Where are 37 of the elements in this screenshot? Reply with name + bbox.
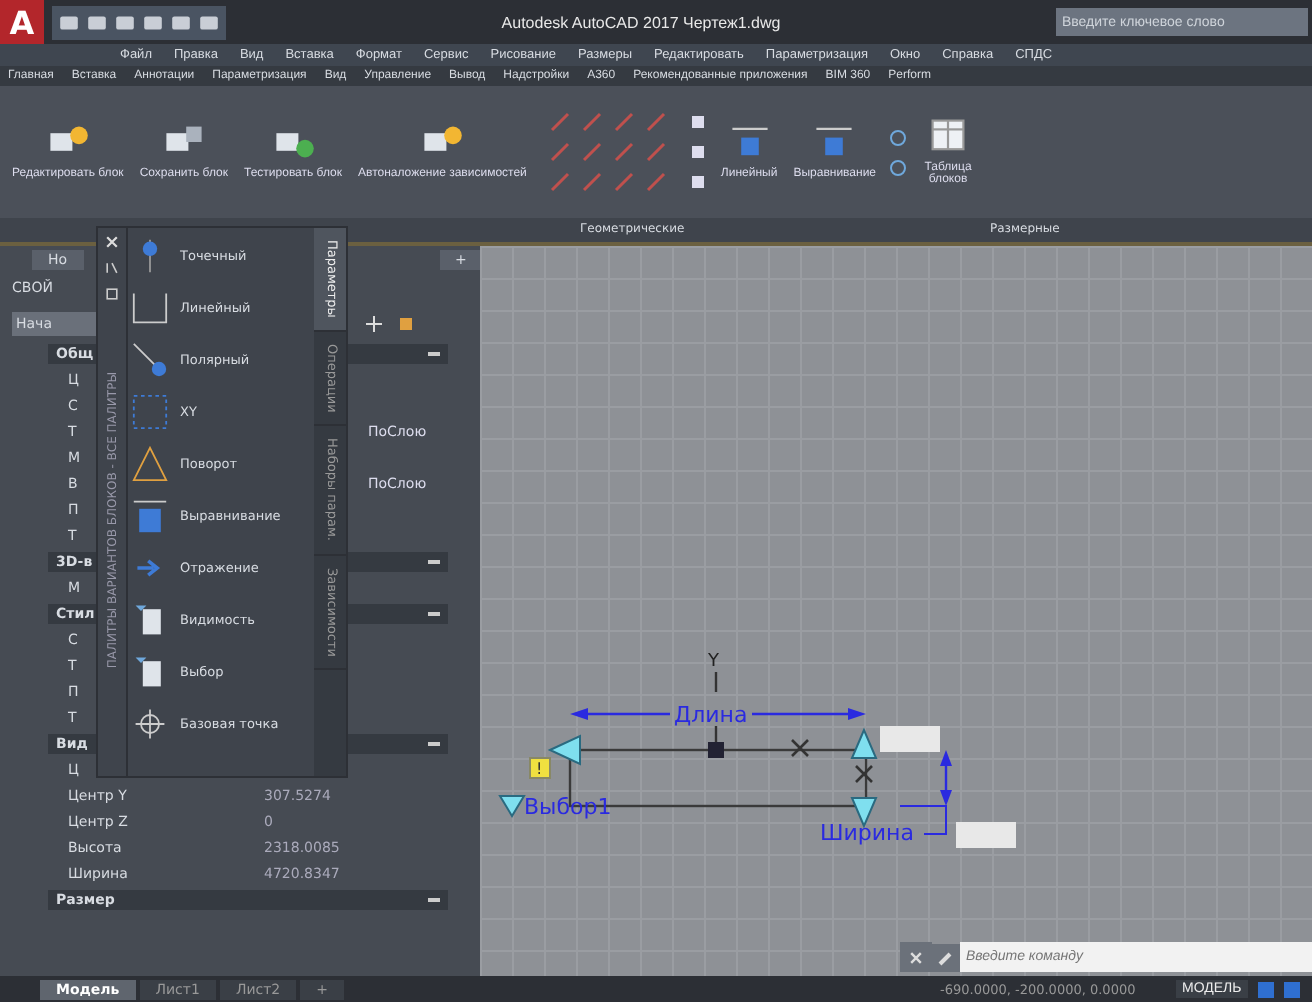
xy-parameter-icon bbox=[132, 394, 168, 430]
dimension-icon bbox=[812, 124, 857, 160]
dimension-icon bbox=[727, 124, 772, 160]
align-parameter-icon bbox=[132, 498, 168, 534]
grip-arrow[interactable] bbox=[850, 727, 878, 759]
base-parameter-icon bbox=[132, 706, 168, 742]
dimension-label: Ширина bbox=[820, 820, 914, 846]
grip-menu[interactable] bbox=[956, 822, 1016, 848]
close-button[interactable] bbox=[900, 942, 932, 972]
polar-parameter-icon bbox=[132, 342, 168, 378]
grip-arrow[interactable] bbox=[547, 734, 581, 766]
quick-select-icon[interactable] bbox=[396, 313, 416, 333]
grip-menu[interactable] bbox=[880, 726, 940, 752]
linear-parameter-icon bbox=[132, 290, 168, 326]
toolbar-icon[interactable] bbox=[58, 11, 80, 33]
close-icon[interactable] bbox=[104, 234, 120, 250]
toolbar-icon[interactable] bbox=[170, 11, 192, 33]
window-title: Autodesk AutoCAD 2017 Чертеж1.dwg bbox=[499, 13, 783, 31]
rotate-parameter-icon bbox=[132, 446, 168, 482]
menu-icon[interactable] bbox=[104, 286, 120, 302]
dimension-label: Длина bbox=[674, 702, 748, 728]
toolbar-icon[interactable] bbox=[198, 11, 220, 33]
badge-text: ! bbox=[536, 760, 543, 778]
close-icon bbox=[908, 949, 924, 965]
toolbar-icon[interactable] bbox=[114, 11, 136, 33]
pick-icon[interactable] bbox=[364, 313, 384, 333]
grip-arrow[interactable] bbox=[498, 795, 526, 818]
warning-badge bbox=[529, 757, 551, 779]
base-point-grip[interactable] bbox=[708, 742, 724, 758]
snap-icon[interactable] bbox=[1281, 979, 1302, 999]
axis-label: Y bbox=[708, 652, 719, 672]
grid-icon[interactable] bbox=[1255, 979, 1276, 999]
toolbar-icon[interactable] bbox=[86, 11, 108, 33]
parameter-label: Выбор1 bbox=[524, 794, 612, 820]
table-icon bbox=[926, 118, 971, 154]
toolbar-icon[interactable] bbox=[142, 11, 164, 33]
app-logo[interactable]: A bbox=[0, 0, 44, 44]
